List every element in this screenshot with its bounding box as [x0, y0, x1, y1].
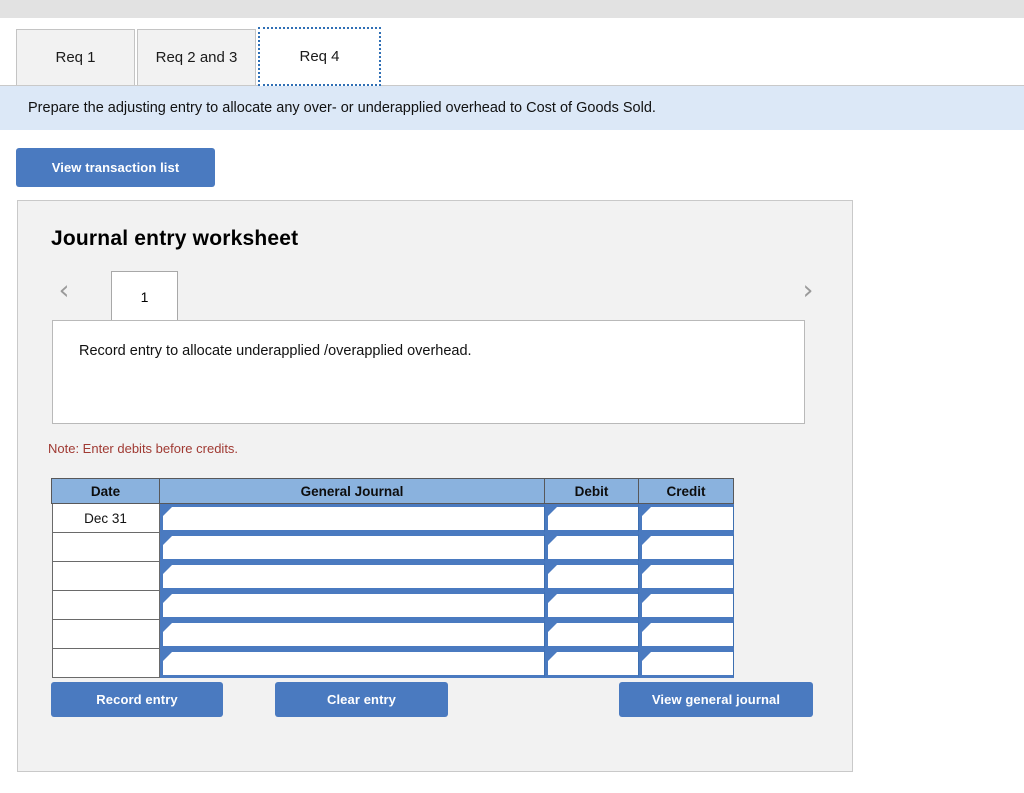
date-cell[interactable] — [52, 562, 160, 591]
worksheet-page-tab-1[interactable]: 1 — [111, 271, 178, 321]
credit-cell[interactable] — [639, 504, 734, 534]
debit-input[interactable] — [545, 620, 639, 649]
debit-cell[interactable] — [545, 562, 639, 591]
general-journal-cell[interactable] — [160, 533, 545, 562]
tab-req-1-label: Req 1 — [55, 49, 95, 66]
general-journal-input[interactable] — [160, 533, 545, 562]
credit-input[interactable] — [639, 649, 734, 678]
journal-entry-table: Date General Journal Debit Credit Dec 31 — [51, 478, 734, 678]
debit-input[interactable] — [545, 504, 639, 533]
debit-cell[interactable] — [545, 504, 639, 534]
instruction-text: Prepare the adjusting entry to allocate … — [28, 100, 656, 116]
date-value — [52, 591, 160, 620]
worksheet-pager: ‹ 1 › — [51, 269, 821, 321]
table-row — [52, 649, 734, 678]
table-row: Dec 31 — [52, 504, 734, 534]
debit-input[interactable] — [545, 649, 639, 678]
credit-cell[interactable] — [639, 591, 734, 620]
credit-cell[interactable] — [639, 562, 734, 591]
date-value — [52, 562, 160, 591]
table-header-row: Date General Journal Debit Credit — [52, 479, 734, 504]
tab-req-2-and-3-label: Req 2 and 3 — [156, 49, 238, 66]
debit-cell[interactable] — [545, 649, 639, 678]
view-transaction-list-label: View transaction list — [52, 160, 180, 175]
entry-description-box: Record entry to allocate underapplied /o… — [52, 320, 805, 424]
credit-cell[interactable] — [639, 649, 734, 678]
debit-cell[interactable] — [545, 591, 639, 620]
credit-input[interactable] — [639, 591, 734, 620]
credit-input[interactable] — [639, 562, 734, 591]
view-general-journal-label: View general journal — [652, 692, 780, 707]
tab-req-4[interactable]: Req 4 — [258, 27, 381, 86]
debit-input[interactable] — [545, 591, 639, 620]
general-journal-cell[interactable] — [160, 620, 545, 649]
chevron-right-icon[interactable]: › — [795, 277, 821, 307]
worksheet-page-number: 1 — [141, 289, 149, 305]
debit-cell[interactable] — [545, 533, 639, 562]
date-value: Dec 31 — [52, 504, 160, 533]
chevron-left-icon[interactable]: ‹ — [51, 277, 77, 307]
table-row — [52, 591, 734, 620]
table-row — [52, 533, 734, 562]
debits-before-credits-note: Note: Enter debits before credits. — [48, 441, 238, 456]
tab-req-4-label: Req 4 — [299, 48, 339, 65]
general-journal-input[interactable] — [160, 504, 545, 533]
table-row — [52, 620, 734, 649]
view-general-journal-button[interactable]: View general journal — [619, 682, 813, 717]
general-journal-cell[interactable] — [160, 649, 545, 678]
date-cell[interactable] — [52, 533, 160, 562]
requirement-tabs: Req 1 Req 2 and 3 Req 4 — [16, 27, 381, 86]
debit-cell[interactable] — [545, 620, 639, 649]
view-transaction-list-button[interactable]: View transaction list — [16, 148, 215, 187]
journal-entry-worksheet-panel: Journal entry worksheet ‹ 1 › Record ent… — [17, 200, 853, 772]
credit-input[interactable] — [639, 533, 734, 562]
general-journal-input[interactable] — [160, 562, 545, 591]
general-journal-input[interactable] — [160, 620, 545, 649]
record-entry-label: Record entry — [96, 692, 177, 707]
top-gray-bar — [0, 0, 1024, 18]
page-title: Journal entry worksheet — [51, 227, 298, 251]
entry-description-text: Record entry to allocate underapplied /o… — [79, 343, 472, 359]
column-header-debit: Debit — [545, 479, 639, 504]
general-journal-cell[interactable] — [160, 591, 545, 620]
general-journal-cell[interactable] — [160, 562, 545, 591]
clear-entry-label: Clear entry — [327, 692, 396, 707]
tab-req-2-and-3[interactable]: Req 2 and 3 — [137, 29, 256, 86]
credit-cell[interactable] — [639, 620, 734, 649]
clear-entry-button[interactable]: Clear entry — [275, 682, 448, 717]
general-journal-input[interactable] — [160, 649, 545, 678]
general-journal-cell[interactable] — [160, 504, 545, 534]
record-entry-button[interactable]: Record entry — [51, 682, 223, 717]
date-cell[interactable] — [52, 620, 160, 649]
credit-input[interactable] — [639, 620, 734, 649]
date-cell[interactable]: Dec 31 — [52, 504, 160, 534]
credit-input[interactable] — [639, 504, 734, 533]
date-value — [52, 620, 160, 649]
instruction-bar: Prepare the adjusting entry to allocate … — [0, 86, 1024, 130]
credit-cell[interactable] — [639, 533, 734, 562]
debit-input[interactable] — [545, 533, 639, 562]
column-header-credit: Credit — [639, 479, 734, 504]
date-cell[interactable] — [52, 649, 160, 678]
column-header-date: Date — [52, 479, 160, 504]
date-value — [52, 533, 160, 562]
column-header-general-journal: General Journal — [160, 479, 545, 504]
debit-input[interactable] — [545, 562, 639, 591]
general-journal-input[interactable] — [160, 591, 545, 620]
date-value — [52, 649, 160, 678]
tab-req-1[interactable]: Req 1 — [16, 29, 135, 86]
date-cell[interactable] — [52, 591, 160, 620]
table-row — [52, 562, 734, 591]
